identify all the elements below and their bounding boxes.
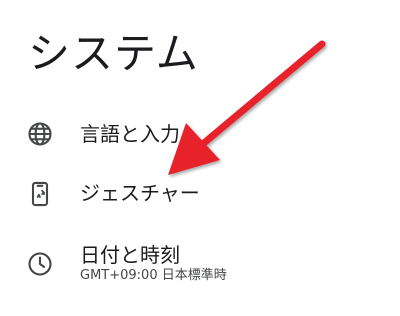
page-title: システム <box>28 29 199 78</box>
gesture-phone-icon <box>26 180 54 208</box>
settings-item-gestures[interactable]: ジェスチャー <box>0 172 400 216</box>
settings-item-sublabel: GMT+09:00 日本標準時 <box>80 268 227 283</box>
settings-item-language[interactable]: 言語と入力 <box>0 112 400 156</box>
clock-icon <box>26 250 54 278</box>
settings-item-label: ジェスチャー <box>80 181 200 205</box>
globe-icon <box>26 120 54 148</box>
settings-item-label: 言語と入力 <box>80 122 180 146</box>
settings-item-label: 日付と時刻 <box>80 243 180 267</box>
settings-item-datetime[interactable]: 日付と時刻 GMT+09:00 日本標準時 <box>0 238 400 294</box>
